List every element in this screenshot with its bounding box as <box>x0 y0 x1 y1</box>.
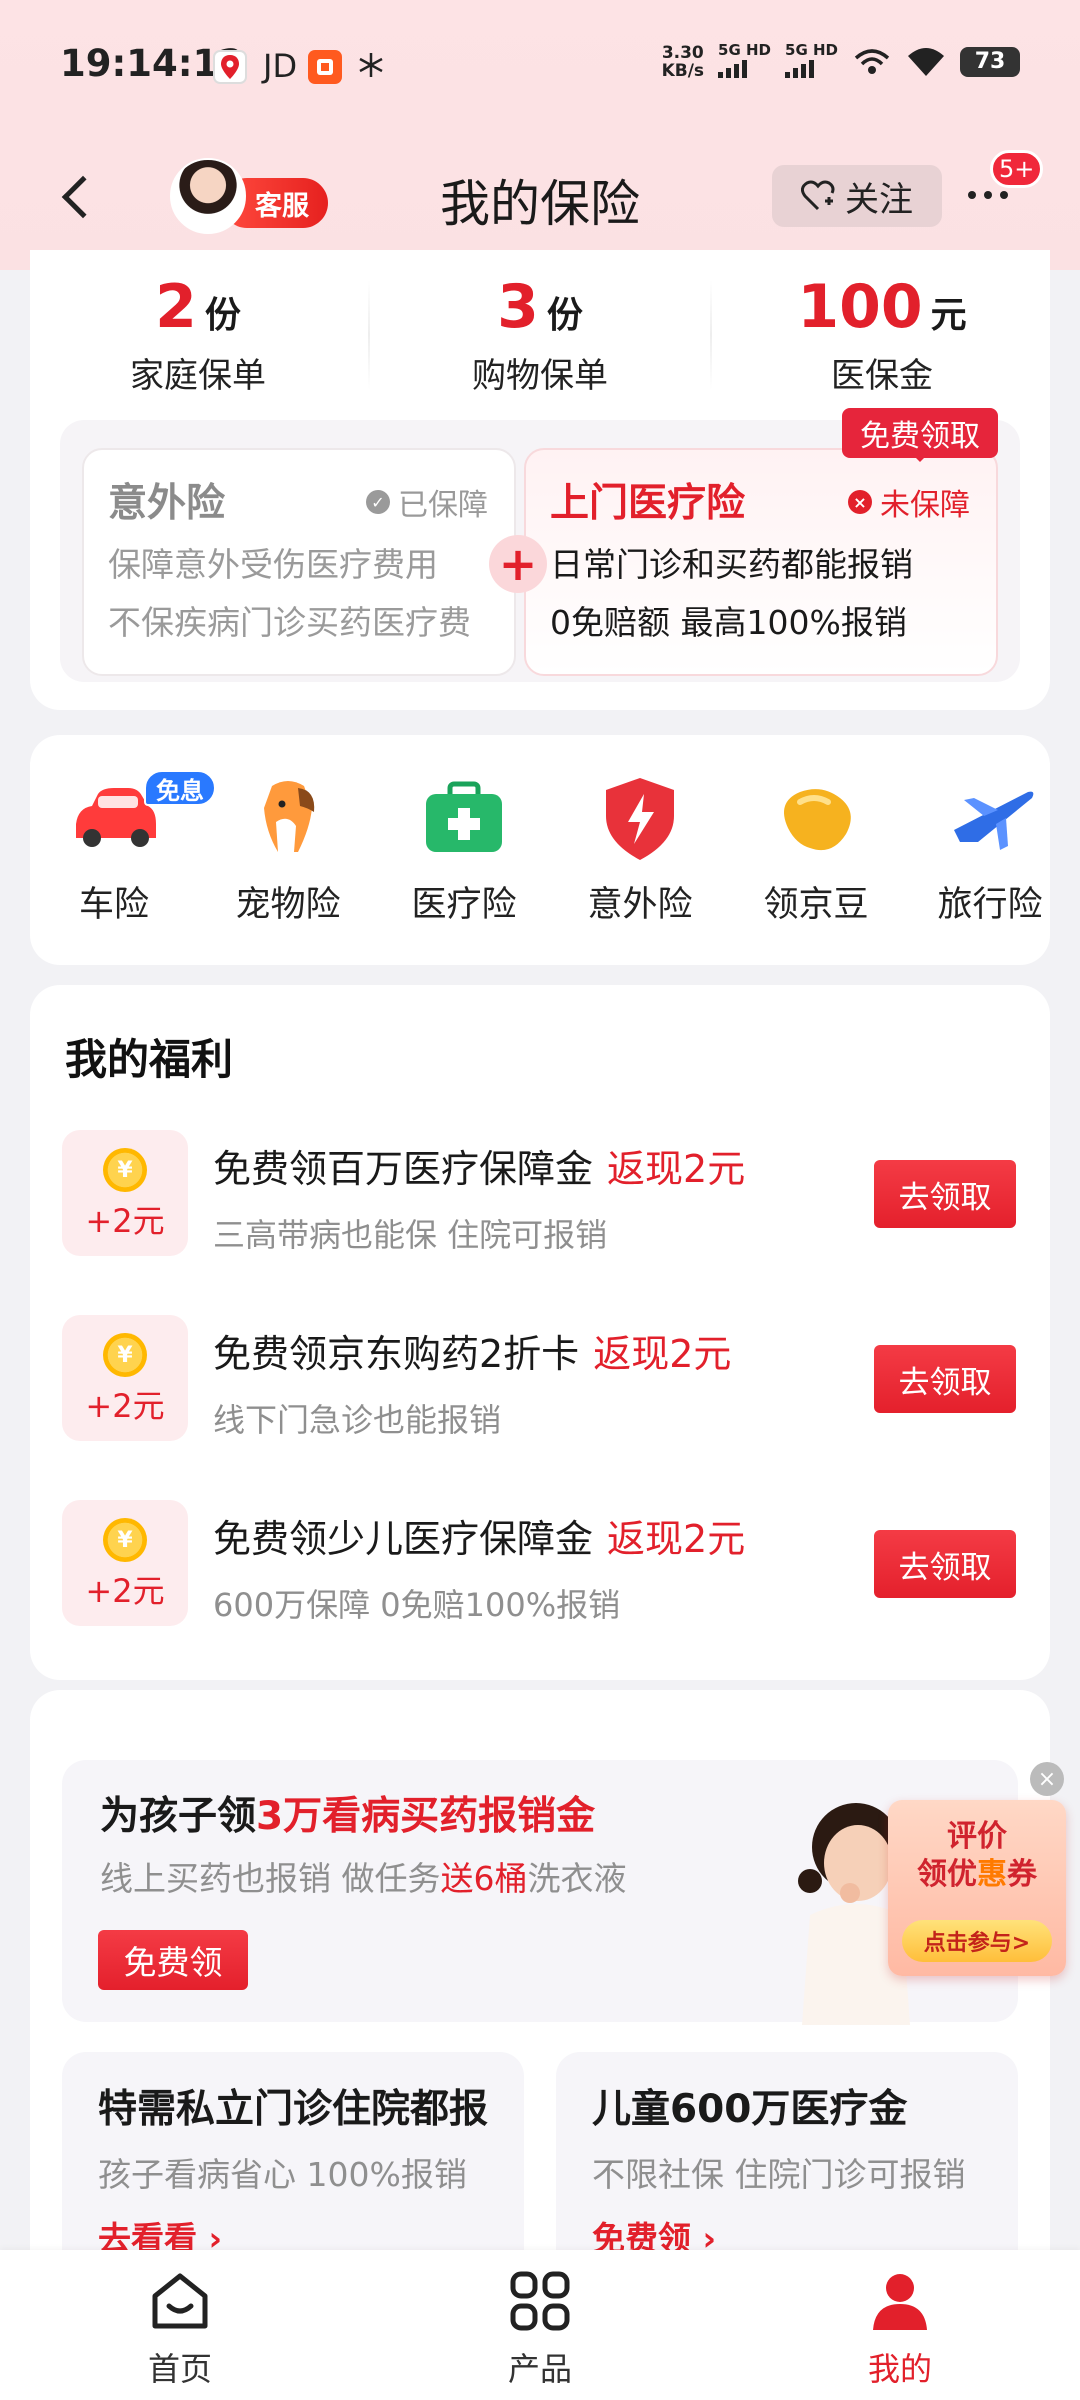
free-claim-tag[interactable]: 免费领取 <box>842 408 998 462</box>
jd-notification-icon: JD <box>263 47 298 85</box>
map-pin-icon <box>213 50 247 84</box>
follow-button[interactable]: 关注 <box>772 165 942 227</box>
stat-shopping-policies[interactable]: 3份 购物保单 <box>370 272 710 397</box>
promo-subtitle: 线上买药也报销 做任务送6桶洗衣液 <box>100 1859 627 1898</box>
claim-button[interactable]: 去领取 <box>874 1345 1016 1413</box>
battery-icon: 73 <box>960 46 1020 77</box>
bean-icon <box>770 772 862 864</box>
claim-button[interactable]: 去领取 <box>874 1160 1016 1228</box>
stat-medical-fund[interactable]: 100 元 医保金 <box>712 272 1052 397</box>
app-notification-icon <box>308 50 342 84</box>
notification-badge: 5+ <box>990 150 1044 188</box>
close-icon[interactable]: × <box>1030 1762 1064 1796</box>
signal-1: 5G HD <box>718 42 771 81</box>
stat-family-policies[interactable]: 2份 家庭保单 <box>28 272 368 397</box>
grid-icon <box>510 2271 570 2331</box>
welfare-item-subtitle: 线下门急诊也能报销 <box>213 1401 502 1439</box>
category-accident-insurance[interactable]: 意外险 <box>570 772 710 927</box>
signal-bars-icon <box>718 58 748 78</box>
welfare-item-subtitle: 600万保障 0免赔100%报销 <box>213 1586 621 1624</box>
nav-mine[interactable]: 我的 <box>820 2268 980 2390</box>
category-travel-insurance[interactable]: 旅行险 <box>920 772 1060 927</box>
category-jd-beans[interactable]: 领京豆 <box>746 772 886 927</box>
welfare-item-title: 免费领京东购药2折卡 返现2元 <box>213 1332 732 1376</box>
plus-icon: + <box>489 535 547 593</box>
promo-title: 为孩子领3万看病买药报销金 <box>100 1794 596 1839</box>
cashback-icon: ¥ +2元 <box>62 1315 188 1441</box>
coin-icon: ¥ <box>103 1333 147 1377</box>
plan-accident-insurance[interactable]: 意外险 ✓ 已保障 保障意外受伤医疗费用 不保疾病门诊买药医疗费 <box>82 448 516 676</box>
heart-plus-icon <box>801 180 835 211</box>
cashback-icon: ¥ +2元 <box>62 1130 188 1256</box>
medical-kit-icon <box>418 772 510 864</box>
signal-2: 5G HD <box>785 42 838 81</box>
x-circle-icon: × <box>848 490 872 514</box>
hotspot-icon <box>854 48 890 74</box>
welfare-item-title: 免费领百万医疗保障金 返现2元 <box>213 1147 746 1191</box>
category-medical-insurance[interactable]: 医疗险 <box>394 772 534 927</box>
status-right-group: 3.30 KB/s 5G HD 5G HD 73 <box>662 42 1020 81</box>
home-icon <box>152 2273 208 2329</box>
claim-button[interactable]: 去领取 <box>874 1530 1016 1598</box>
check-circle-icon: ✓ <box>366 490 390 514</box>
dog-icon <box>242 772 334 864</box>
welfare-title: 我的福利 <box>65 1035 234 1084</box>
profile-icon <box>873 2274 927 2330</box>
nav-products[interactable]: 产品 <box>460 2268 620 2390</box>
welfare-item-title: 免费领少儿医疗保障金 返现2元 <box>213 1517 746 1561</box>
participate-button[interactable]: 点击参与> <box>902 1920 1052 1962</box>
welfare-item-subtitle: 三高带病也能保 住院可报销 <box>213 1216 608 1254</box>
wifi-icon <box>908 47 944 76</box>
category-pet-insurance[interactable]: 宠物险 <box>218 772 358 927</box>
status-bar: 19:14:12 JD 3.30 KB/s 5G HD 5G HD 73 <box>0 0 1080 135</box>
free-claim-button[interactable]: 免费领 <box>98 1930 248 1990</box>
status-badge: ✓ 已保障 <box>366 480 488 524</box>
rate-coupon-popup[interactable]: 评价 领优惠券 点击参与> <box>888 1800 1066 1976</box>
plane-icon <box>944 772 1036 864</box>
shield-icon <box>594 772 686 864</box>
coin-icon: ¥ <box>103 1518 147 1562</box>
cashback-icon: ¥ +2元 <box>62 1500 188 1626</box>
badge-interest-free: 免息 <box>144 770 216 806</box>
signal-bars-icon <box>785 58 815 78</box>
snowflake-icon <box>356 50 386 80</box>
status-badge: × 未保障 <box>848 480 970 524</box>
plan-home-medical-insurance[interactable]: 上门医疗险 × 未保障 日常门诊和买药都能报销 0免赔额 最高100%报销 <box>524 448 998 676</box>
category-car-insurance[interactable]: 免息 车险 <box>44 770 216 927</box>
nav-home[interactable]: 首页 <box>100 2268 260 2390</box>
coin-icon: ¥ <box>103 1148 147 1192</box>
